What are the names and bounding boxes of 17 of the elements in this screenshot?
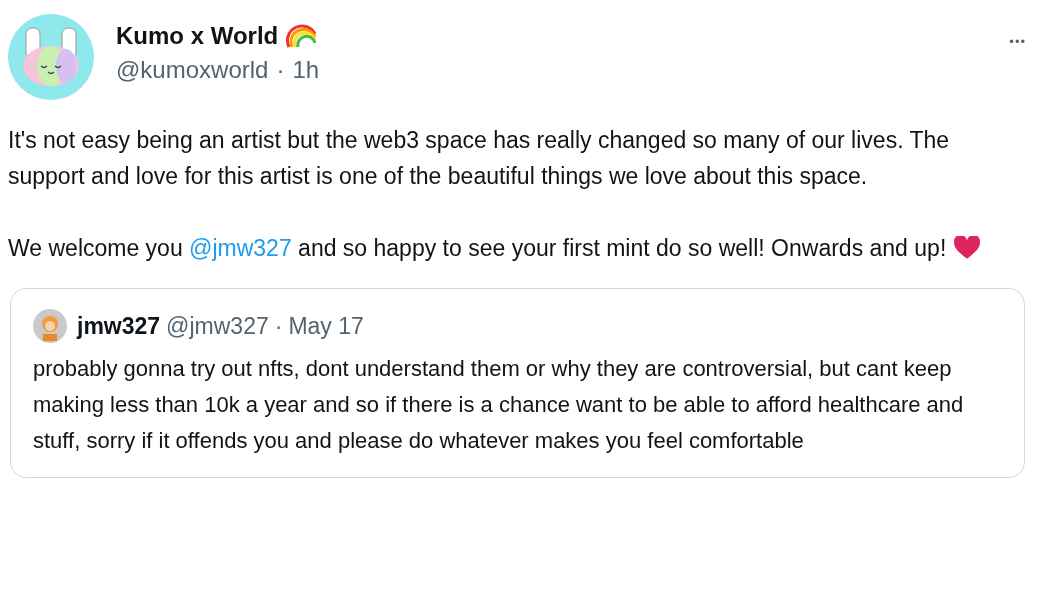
- timestamp[interactable]: 1h: [292, 56, 320, 84]
- tweet-text: We welcome you @jmw327 and so happy to see your first mint do so well! Onwards and up!: [8, 230, 1018, 266]
- avatar-icon[interactable]: [33, 309, 67, 343]
- avatar-icon[interactable]: [8, 14, 94, 100]
- quoted-tweet-text: probably gonna try out nfts, dont understand them or why they are controversial, but cant keep making less than 10k a year and so if there is a chance want to be able to afford healthcare and stuff, sorry if it offends you and please do whatever makes you feel comfortable: [33, 355, 965, 455]
- separator-dot: ·: [274, 312, 283, 340]
- author-handle[interactable]: @jmw327: [166, 312, 269, 340]
- tweet-text: It's not easy being an artist but the web3 space has really changed so many of our lives. The support and love for this artist is one of the beautiful things we love about this space.: [8, 126, 951, 191]
- timestamp[interactable]: May 17: [288, 312, 364, 340]
- author-name[interactable]: jmw327: [77, 312, 161, 340]
- heart-icon: [954, 236, 981, 260]
- author-handle[interactable]: @kumoxworld: [116, 56, 269, 84]
- more-options-button[interactable]: •••: [1009, 34, 1026, 49]
- author-name[interactable]: Kumo x World: [116, 22, 279, 50]
- rainbow-icon: [286, 24, 317, 48]
- quoted-tweet-card[interactable]: [10, 288, 1025, 478]
- separator-dot: ·: [276, 56, 285, 84]
